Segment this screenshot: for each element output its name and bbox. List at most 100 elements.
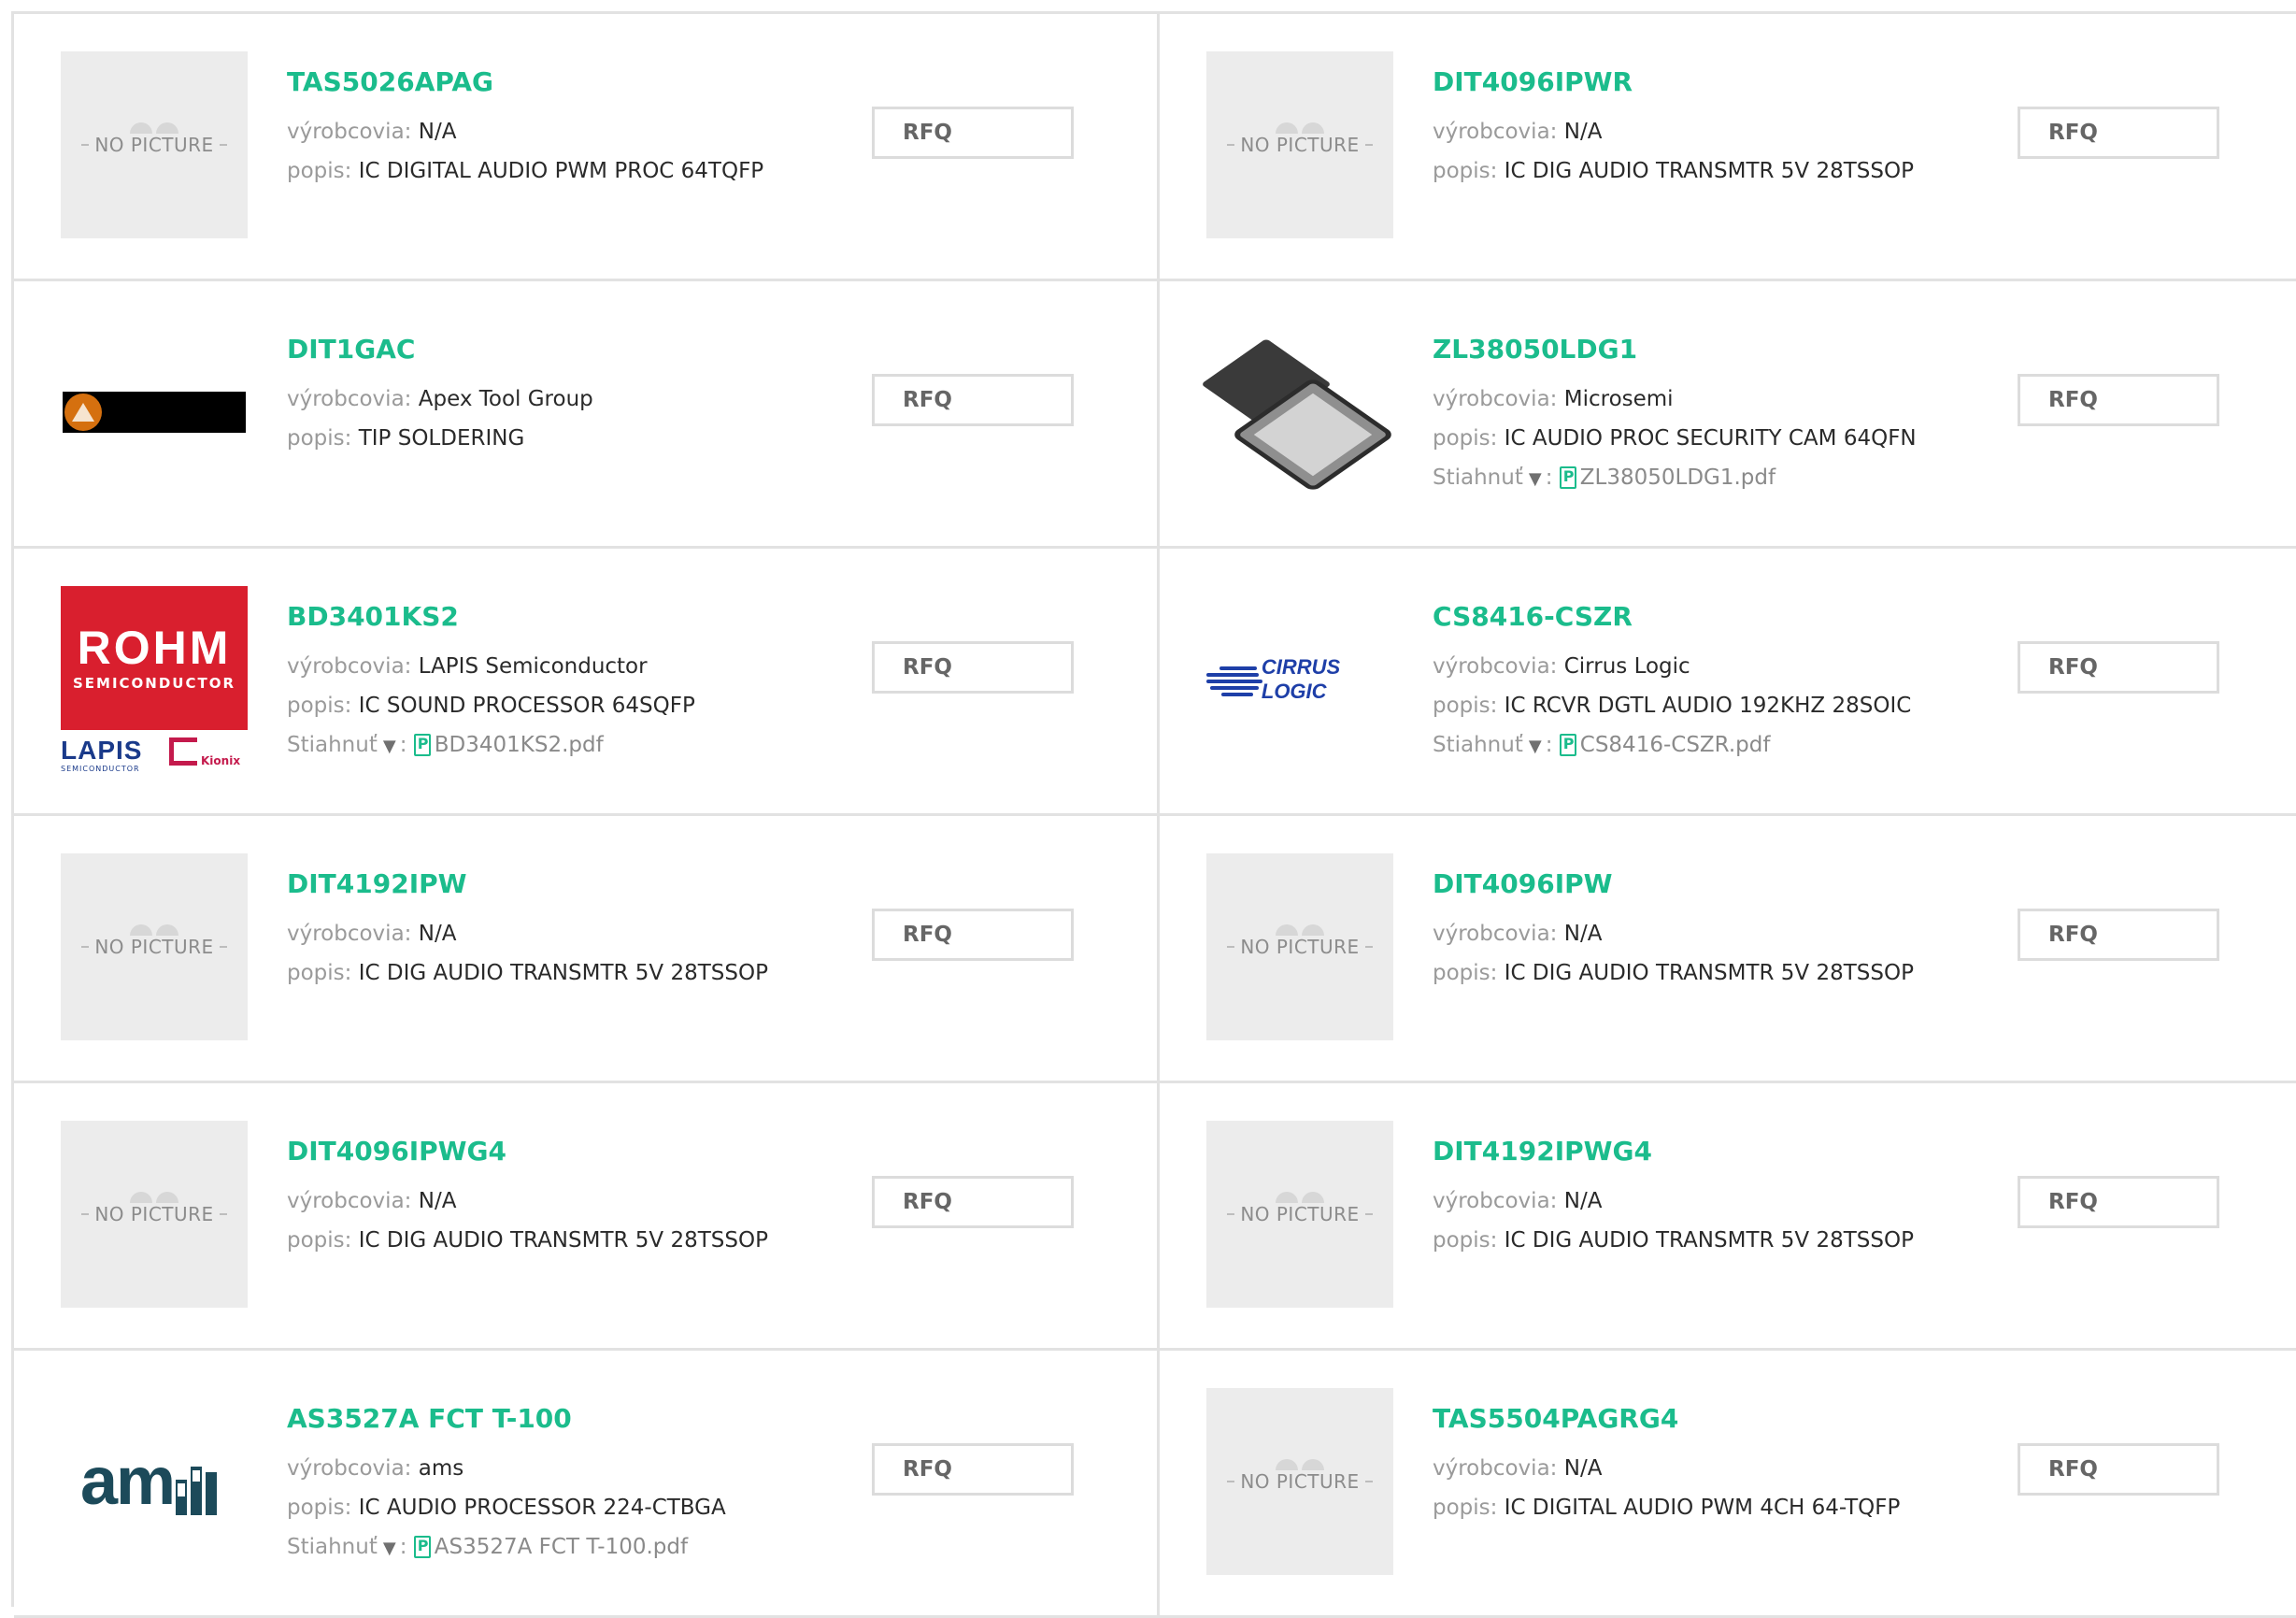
product-title-link[interactable]: DIT4096IPWR [1433,66,1633,97]
pdf-icon [413,734,431,756]
product-image [61,319,248,506]
datasheet-link[interactable]: AS3527A FCT T-100.pdf [435,1535,688,1559]
description-line: popis: IC DIG AUDIO TRANSMTR 5V 28TSSOP [1433,961,1914,985]
caret-down-icon[interactable]: ▼ [383,1539,396,1558]
description-line: popis: IC AUDIO PROCESSOR 224-CTBGA [287,1496,726,1520]
description-value: TIP SOLDERING [358,426,525,451]
no-picture-placeholder: NO PICTURE [61,853,248,1040]
description-line: popis: IC DIG AUDIO TRANSMTR 5V 28TSSOP [287,1228,768,1253]
download-line: Stiahnuť▼: ZL38050LDG1.pdf [1433,465,1775,490]
rfq-button[interactable]: RFQ [2018,1443,2219,1496]
manufacturer-line: výrobcovia: N/A [287,1189,457,1213]
manufacturer-line: výrobcovia: ams [287,1456,464,1481]
rfq-button[interactable]: RFQ [2018,1176,2219,1228]
rohm-lapis-logo-icon: ROHM SEMICONDUCTOR LAPIS SEMICONDUCTOR Ki… [61,586,248,773]
product-card: NO PICTURE TAS5504PAGRG4 výrobcovia: N/A… [1160,1351,2296,1618]
manufacturer-value: LAPIS Semiconductor [418,654,648,679]
datasheet-link[interactable]: ZL38050LDG1.pdf [1580,465,1775,490]
datasheet-link[interactable]: CS8416-CSZR.pdf [1580,733,1771,757]
rfq-button[interactable]: RFQ [2018,107,2219,159]
pdf-icon [1559,734,1576,756]
product-title-link[interactable]: DIT4096IPWG4 [287,1136,506,1167]
product-title-link[interactable]: DIT4096IPW [1433,868,1613,899]
manufacturer-value: Apex Tool Group [418,387,593,411]
description-line: popis: IC DIGITAL AUDIO PWM PROC 64TQFP [287,159,764,183]
product-card: CIRRUS LOGIC CS8416-CSZR výrobcovia: Cir… [1160,549,2296,816]
cirrus-logic-logo-icon: CIRRUS LOGIC [1206,655,1393,704]
description-line: popis: IC DIG AUDIO TRANSMTR 5V 28TSSOP [287,961,768,985]
product-title-link[interactable]: CS8416-CSZR [1433,601,1633,632]
description-value: IC DIG AUDIO TRANSMTR 5V 28TSSOP [1504,1228,1914,1253]
apex-logo-icon [63,392,246,433]
product-card: am AS3527A FCT T-100 výrobcovia: ams pop… [14,1351,1160,1618]
description-line: popis: TIP SOLDERING [287,426,525,451]
description-value: IC DIG AUDIO TRANSMTR 5V 28TSSOP [358,961,768,985]
manufacturer-value: ams [418,1456,464,1481]
chip-photo-icon [1201,319,1393,506]
manufacturer-value: Cirrus Logic [1563,654,1690,679]
manufacturer-line: výrobcovia: N/A [287,120,457,144]
product-card: NO PICTURE DIT4096IPW výrobcovia: N/A po… [1160,816,2296,1083]
caret-down-icon[interactable]: ▼ [1529,737,1542,756]
product-title-link[interactable]: DIT4192IPW [287,868,467,899]
download-line: Stiahnuť▼: AS3527A FCT T-100.pdf [287,1535,688,1559]
caret-down-icon[interactable]: ▼ [383,737,396,756]
description-line: popis: IC DIG AUDIO TRANSMTR 5V 28TSSOP [1433,159,1914,183]
manufacturer-value: N/A [1563,1456,1603,1481]
rfq-button[interactable]: RFQ [2018,909,2219,961]
manufacturer-line: výrobcovia: Apex Tool Group [287,387,593,411]
description-value: IC DIGITAL AUDIO PWM 4CH 64-TQFP [1504,1496,1901,1520]
download-line: Stiahnuť▼: CS8416-CSZR.pdf [1433,733,1770,757]
datasheet-link[interactable]: BD3401KS2.pdf [435,733,604,757]
product-card: DIT1GAC výrobcovia: Apex Tool Group popi… [14,281,1160,549]
product-title-link[interactable]: TAS5504PAGRG4 [1433,1403,1678,1434]
product-image: am [61,1388,248,1575]
description-value: IC DIGITAL AUDIO PWM PROC 64TQFP [358,159,764,183]
manufacturer-line: výrobcovia: N/A [1433,1189,1603,1213]
rfq-button[interactable]: RFQ [872,1176,1074,1228]
manufacturer-line: výrobcovia: N/A [1433,120,1603,144]
no-picture-placeholder: NO PICTURE [1206,51,1393,238]
product-card: ROHM SEMICONDUCTOR LAPIS SEMICONDUCTOR Ki… [14,549,1160,816]
product-card: NO PICTURE DIT4096IPWR výrobcovia: N/A p… [1160,14,2296,281]
manufacturer-line: výrobcovia: N/A [1433,922,1603,946]
manufacturer-value: N/A [418,922,457,946]
no-picture-placeholder: NO PICTURE [1206,853,1393,1040]
product-image [1201,319,1393,506]
description-line: popis: IC AUDIO PROC SECURITY CAM 64QFN [1433,426,1917,451]
no-picture-placeholder: NO PICTURE [1206,1121,1393,1308]
caret-down-icon[interactable]: ▼ [1529,469,1542,489]
manufacturer-value: N/A [1563,922,1603,946]
description-value: IC DIG AUDIO TRANSMTR 5V 28TSSOP [1504,159,1914,183]
rfq-button[interactable]: RFQ [872,909,1074,961]
manufacturer-line: výrobcovia: N/A [287,922,457,946]
product-title-link[interactable]: BD3401KS2 [287,601,459,632]
no-picture-placeholder: NO PICTURE [61,1121,248,1308]
product-image: ROHM SEMICONDUCTOR LAPIS SEMICONDUCTOR Ki… [61,586,248,773]
rfq-button[interactable]: RFQ [872,641,1074,694]
rfq-button[interactable]: RFQ [2018,641,2219,694]
description-value: IC DIG AUDIO TRANSMTR 5V 28TSSOP [358,1228,768,1253]
rfq-button[interactable]: RFQ [872,1443,1074,1496]
product-card: NO PICTURE DIT4192IPWG4 výrobcovia: N/A … [1160,1083,2296,1351]
no-picture-placeholder: NO PICTURE [61,51,248,238]
ams-logo-icon: am [80,1448,228,1515]
product-title-link[interactable]: TAS5026APAG [287,66,493,97]
rfq-button[interactable]: RFQ [2018,374,2219,426]
product-title-link[interactable]: AS3527A FCT T-100 [287,1403,572,1434]
manufacturer-value: N/A [418,1189,457,1213]
pdf-icon [1559,466,1576,489]
product-title-link[interactable]: DIT4192IPWG4 [1433,1136,1652,1167]
product-title-link[interactable]: ZL38050LDG1 [1433,334,1637,365]
rfq-button[interactable]: RFQ [872,107,1074,159]
product-card: NO PICTURE DIT4096IPWG4 výrobcovia: N/A … [14,1083,1160,1351]
description-value: IC SOUND PROCESSOR 64SQFP [358,694,695,718]
manufacturer-line: výrobcovia: LAPIS Semiconductor [287,654,648,679]
product-title-link[interactable]: DIT1GAC [287,334,415,365]
rfq-button[interactable]: RFQ [872,374,1074,426]
description-line: popis: IC DIGITAL AUDIO PWM 4CH 64-TQFP [1433,1496,1901,1520]
description-value: IC AUDIO PROC SECURITY CAM 64QFN [1504,426,1917,451]
description-line: popis: IC RCVR DGTL AUDIO 192KHZ 28SOIC [1433,694,1912,718]
description-value: IC RCVR DGTL AUDIO 192KHZ 28SOIC [1504,694,1912,718]
product-image: CIRRUS LOGIC [1206,586,1393,773]
